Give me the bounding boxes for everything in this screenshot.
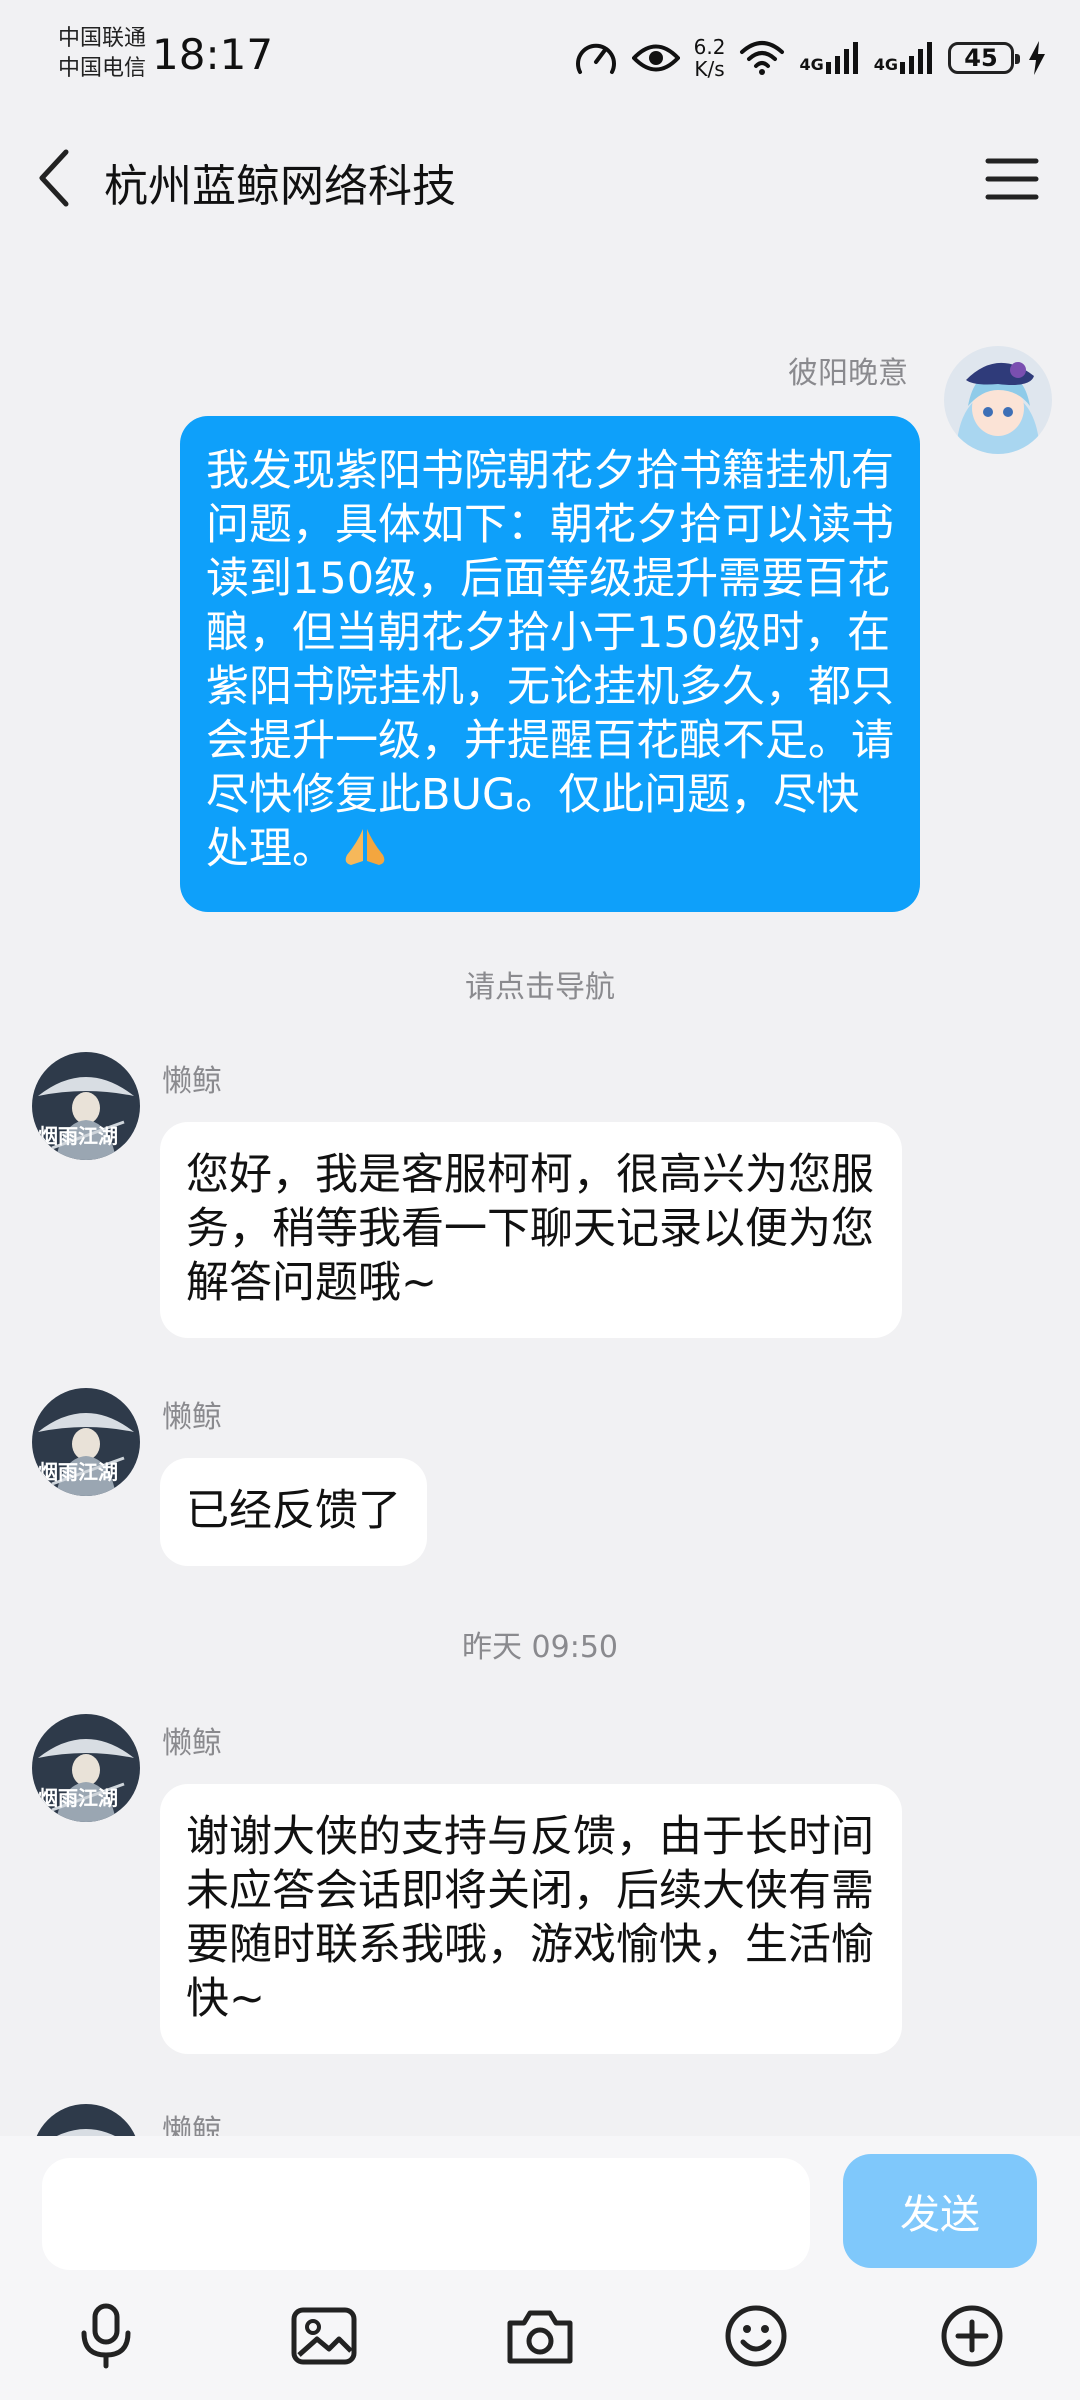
- timestamp: 昨天 09:50: [462, 1630, 618, 1665]
- incoming-message-bubble[interactable]: 谢谢大侠的支持与反馈，由于长时间未应答会话即将关闭，后续大侠有需要随时联系我哦，…: [160, 1784, 902, 2054]
- message-text: 我发现紫阳书院朝花夕拾书籍挂机有问题，具体如下：朝花夕拾可以读书读到150级，后…: [206, 446, 894, 874]
- avatar-art-text: 烟雨江湖: [38, 1460, 118, 1484]
- speedometer-icon: [574, 38, 618, 78]
- hamburger-menu-icon: [985, 158, 1039, 200]
- message-text: 已经反馈了: [186, 1486, 401, 1536]
- menu-button[interactable]: [984, 156, 1040, 202]
- wifi-icon: [739, 40, 785, 76]
- service-avatar[interactable]: 烟雨江湖: [32, 1714, 140, 1822]
- status-bar: 中国联通 中国电信 18:17 6.2 K/s 4G 4G 45: [0, 0, 1080, 120]
- smiley-icon: [725, 2305, 787, 2367]
- net-speed: 6.2 K/s: [693, 35, 726, 81]
- avatar-art-text: 烟雨江湖: [38, 1124, 118, 1148]
- signal-2: 4G: [874, 42, 934, 74]
- sender-name: 懒鲸: [162, 1726, 222, 1761]
- sender-name: 彼阳晚意: [788, 356, 908, 391]
- avatar-art-text: 烟雨江湖: [38, 1786, 118, 1810]
- camera-button[interactable]: [490, 2286, 590, 2386]
- eye-icon: [631, 41, 680, 75]
- more-button[interactable]: [922, 2286, 1022, 2386]
- signal-1: 4G: [799, 42, 859, 74]
- status-time: 18:17: [152, 30, 274, 79]
- signal-bars-icon: [900, 42, 932, 74]
- service-avatar[interactable]: 烟雨江湖: [32, 1052, 140, 1160]
- chat-title: 杭州蓝鲸网络科技: [104, 161, 456, 212]
- composer: 发送: [0, 2136, 1080, 2400]
- composer-toolbar: [0, 2286, 1080, 2386]
- back-button[interactable]: [30, 146, 80, 210]
- send-button[interactable]: 发送: [843, 2154, 1037, 2268]
- carrier-2: 中国电信: [58, 56, 147, 81]
- nav-hint-link[interactable]: 请点击导航: [0, 962, 1080, 1006]
- pray-hands-icon: [341, 825, 389, 882]
- sender-name: 懒鲸: [162, 1064, 222, 1099]
- chevron-left-icon: [39, 149, 69, 207]
- image-icon: [291, 2307, 357, 2365]
- status-icons: 6.2 K/s 4G 4G 45: [574, 30, 1046, 86]
- carrier-1: 中国联通: [58, 26, 147, 51]
- plus-circle-icon: [941, 2305, 1003, 2367]
- my-avatar[interactable]: [944, 346, 1052, 454]
- carrier-names: 中国联通 中国电信: [58, 24, 146, 84]
- charging-bolt-icon: [1028, 41, 1046, 75]
- message-input[interactable]: [42, 2158, 810, 2270]
- anime-girl-avatar-icon: [944, 346, 1052, 454]
- incoming-message-bubble[interactable]: 您好，我是客服柯柯，很高兴为您服务，稍等我看一下聊天记录以便为您解答问题哦~: [160, 1122, 902, 1338]
- sender-name: 懒鲸: [162, 1400, 222, 1435]
- outgoing-message-bubble[interactable]: 我发现紫阳书院朝花夕拾书籍挂机有问题，具体如下：朝花夕拾可以读书读到150级，后…: [180, 416, 920, 912]
- incoming-message-bubble[interactable]: 已经反馈了: [160, 1458, 427, 1566]
- message-text: 您好，我是客服柯柯，很高兴为您服务，稍等我看一下聊天记录以便为您解答问题哦~: [186, 1150, 874, 1308]
- service-avatar[interactable]: 烟雨江湖: [32, 1388, 140, 1496]
- emoji-button[interactable]: [706, 2286, 806, 2386]
- camera-icon: [507, 2310, 573, 2364]
- signal-bars-icon: [825, 42, 858, 74]
- microphone-icon: [81, 2303, 131, 2369]
- image-button[interactable]: [274, 2286, 374, 2386]
- message-text: 谢谢大侠的支持与反馈，由于长时间未应答会话即将关闭，后续大侠有需要随时联系我哦，…: [186, 1812, 874, 2024]
- chat-header: 杭州蓝鲸网络科技: [0, 120, 1080, 238]
- voice-button[interactable]: [56, 2286, 156, 2386]
- battery-indicator: 45: [948, 42, 1020, 74]
